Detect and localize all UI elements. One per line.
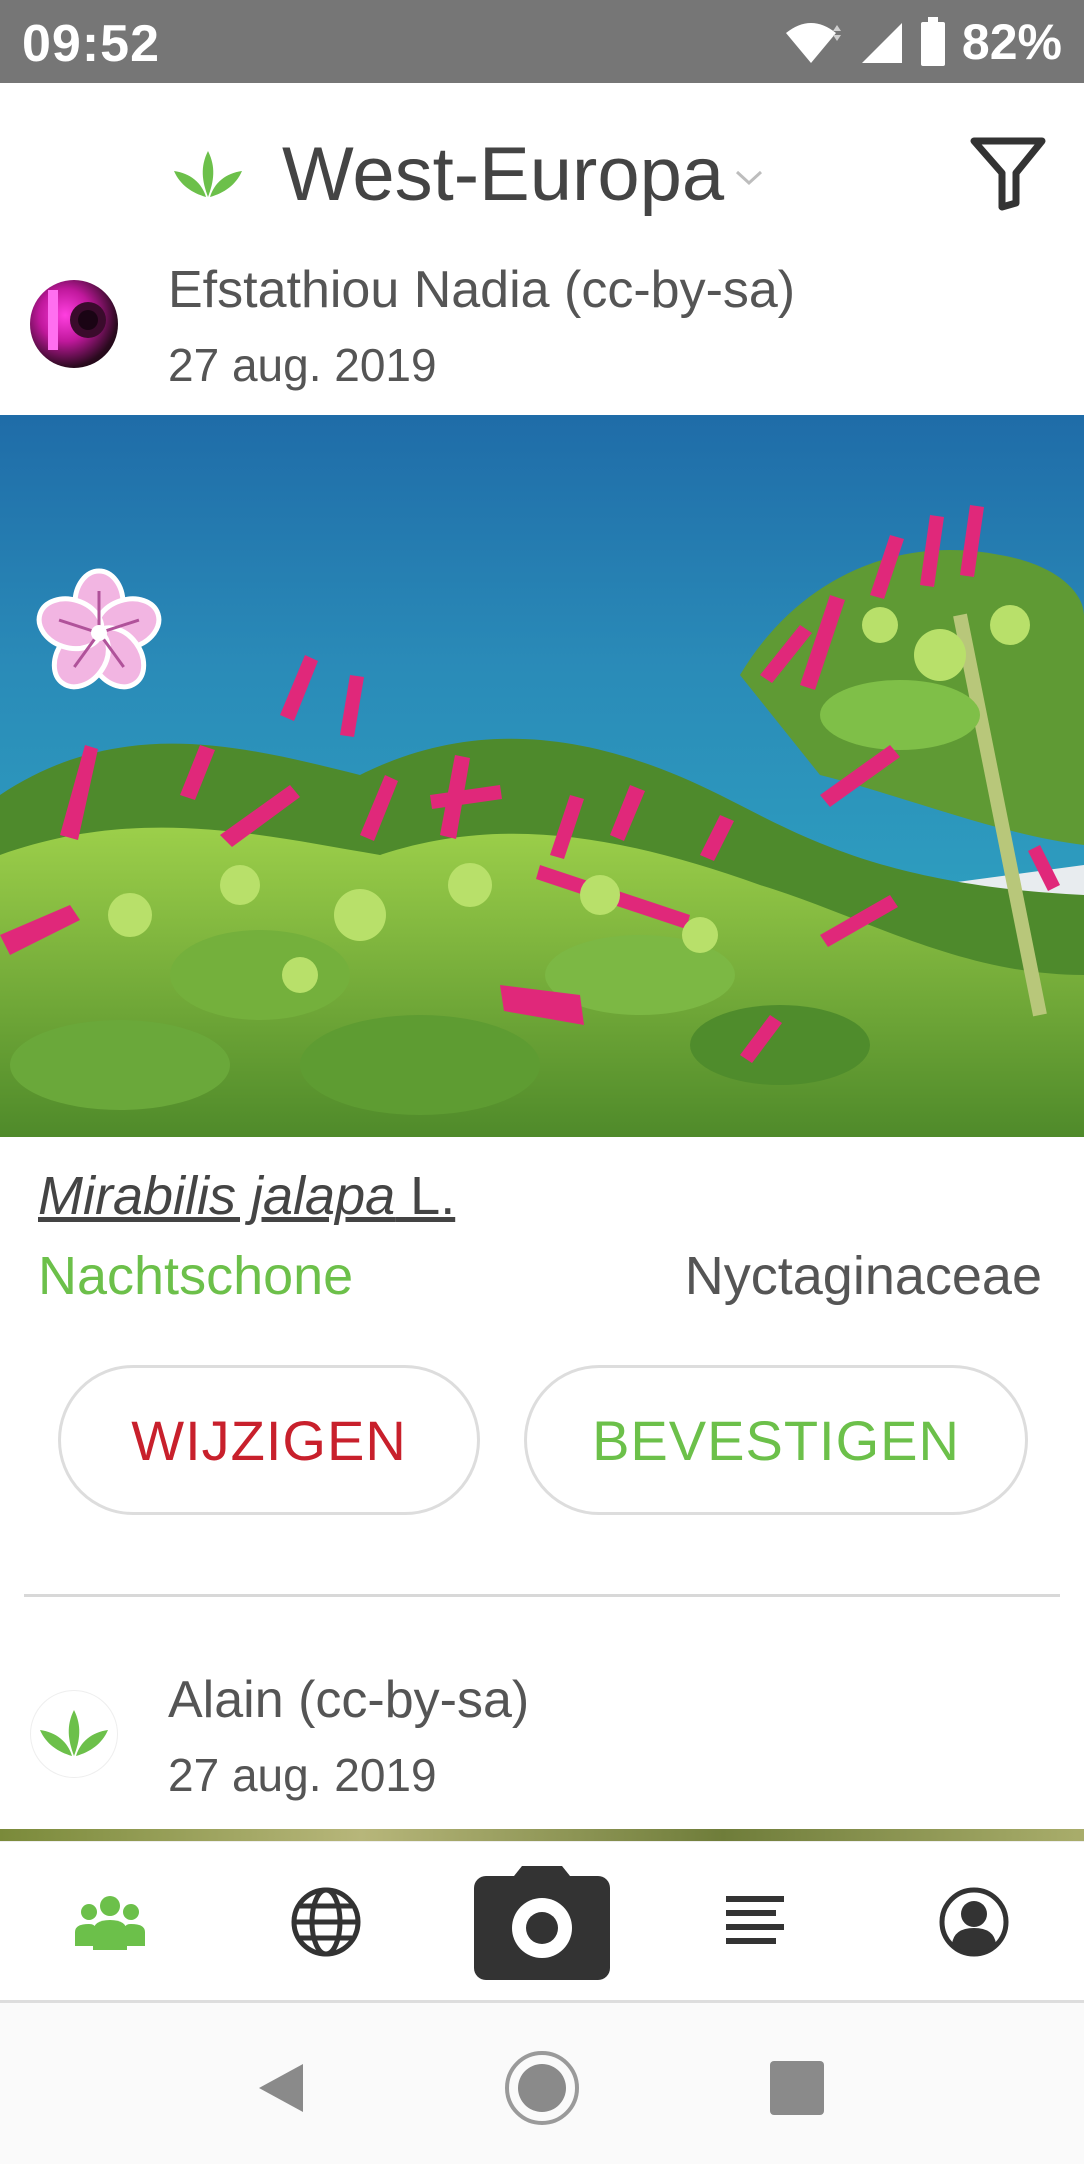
- battery-percent: 82%: [961, 14, 1062, 70]
- edit-button[interactable]: WIJZIGEN: [58, 1365, 480, 1515]
- confirm-button[interactable]: BEVESTIGEN: [524, 1365, 1028, 1515]
- status-bar: 09:52 82%: [0, 0, 1084, 83]
- filter-icon[interactable]: [968, 133, 1048, 213]
- observation-photo[interactable]: [0, 1829, 1084, 1841]
- plantnet-leaf-icon: [174, 150, 242, 197]
- region-selector[interactable]: West-Europa: [168, 131, 764, 218]
- camera-icon[interactable]: [474, 1842, 610, 2002]
- community-icon[interactable]: [50, 1842, 170, 2002]
- wifi-icon: [785, 23, 841, 63]
- bottom-nav: [0, 1841, 1084, 2001]
- status-time: 09:52: [22, 15, 160, 73]
- flower-icon: [36, 568, 162, 690]
- divider: [24, 1594, 1060, 1597]
- chevron-down-icon: [736, 170, 763, 185]
- avatar[interactable]: [30, 280, 118, 368]
- region-title: West-Europa: [282, 132, 725, 217]
- home-icon[interactable]: [497, 2043, 587, 2133]
- battery-icon: [920, 17, 945, 66]
- globe-icon[interactable]: [266, 1842, 386, 2002]
- author-name[interactable]: Efstathiou Nadia (cc-by-sa): [168, 260, 795, 320]
- observation-author-row[interactable]: Alain (cc-by-sa) 27 aug. 2019: [0, 1670, 1084, 1830]
- species-scientific-name: Mirabilis jalapa: [38, 1166, 396, 1226]
- signal-icon: [861, 23, 902, 63]
- list-icon[interactable]: [696, 1842, 816, 2002]
- profile-icon[interactable]: [914, 1842, 1034, 2002]
- observation-photo[interactable]: [0, 415, 1084, 1137]
- app-screen: 09:52 82% West-Europa Efstathiou Nadia (…: [0, 0, 1084, 2164]
- recents-icon[interactable]: [752, 2043, 842, 2133]
- family-name: Nyctaginaceae: [684, 1246, 1042, 1306]
- species-name-link[interactable]: Mirabilis jalapa L.: [38, 1165, 455, 1227]
- status-icons: 82%: [782, 14, 1062, 70]
- observation-date: 27 aug. 2019: [168, 1749, 437, 1801]
- back-icon[interactable]: [238, 2043, 328, 2133]
- author-name[interactable]: Alain (cc-by-sa): [168, 1670, 529, 1730]
- plantnet-leaf-icon: [40, 1710, 108, 1756]
- observation-date: 27 aug. 2019: [168, 339, 437, 391]
- species-author: L.: [395, 1166, 456, 1226]
- observation-author-row[interactable]: Efstathiou Nadia (cc-by-sa) 27 aug. 2019: [0, 260, 1084, 415]
- common-name: Nachtschone: [38, 1246, 354, 1306]
- app-header: West-Europa: [0, 83, 1084, 273]
- avatar[interactable]: [30, 1690, 118, 1778]
- system-nav-bar: [0, 2003, 1084, 2164]
